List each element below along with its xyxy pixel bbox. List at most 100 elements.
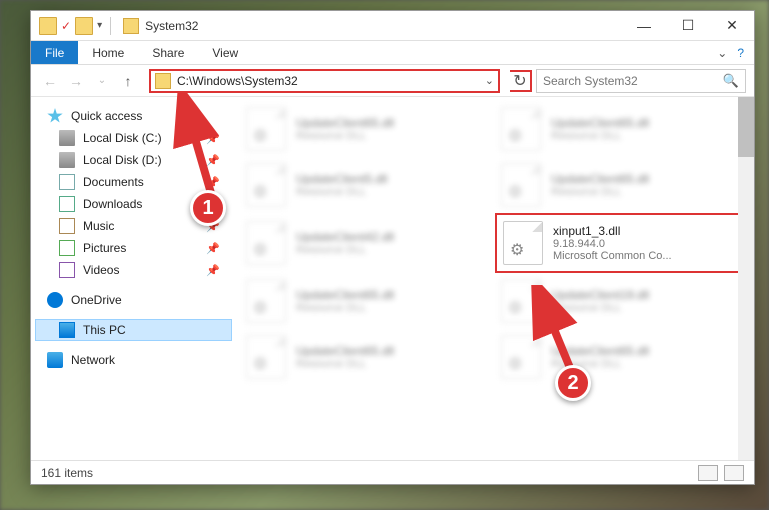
file-item[interactable]: UpdateClient19.dllResource DLL (495, 273, 750, 329)
address-text[interactable]: C:\Windows\System32 (177, 74, 481, 88)
file-name: UpdateClient65.dll (551, 172, 649, 186)
network-icon (47, 352, 63, 368)
item-count: 161 items (41, 466, 93, 480)
minimize-button[interactable]: — (622, 11, 666, 40)
file-item-highlighted[interactable]: xinput1_3.dll9.18.944.0Microsoft Common … (495, 213, 750, 273)
file-description: Microsoft Common Co... (553, 250, 672, 262)
pin-icon: 📌 (206, 264, 220, 277)
label: Downloads (83, 197, 142, 211)
file-type: Resource DLL (551, 358, 649, 370)
file-name: UpdateClient65.dll (296, 344, 394, 358)
music-icon (59, 218, 75, 234)
forward-button[interactable]: → (65, 70, 87, 92)
file-type: Resource DLL (551, 186, 649, 198)
dll-icon (246, 163, 286, 207)
vertical-scrollbar[interactable] (738, 97, 754, 460)
file-type: Resource DLL (296, 130, 394, 142)
explorer-window: ✓ ▾ System32 — ☐ ✕ File Home Share View … (30, 10, 755, 485)
search-input[interactable] (543, 74, 723, 88)
ribbon-tab-file[interactable]: File (31, 41, 78, 64)
sidebar-item-pictures[interactable]: Pictures 📌 (35, 237, 232, 259)
pin-icon: 📌 (206, 220, 220, 233)
file-name: UpdateClient65.dll (551, 116, 649, 130)
dll-icon (503, 221, 543, 265)
navigation-pane: Quick access Local Disk (C:)📌 Local Disk… (31, 97, 236, 460)
maximize-button[interactable]: ☐ (666, 11, 710, 40)
file-item[interactable]: UpdateClient42.dllResource DLL (240, 213, 495, 273)
help-icon[interactable]: ? (737, 46, 744, 60)
ribbon-tab-share[interactable]: Share (138, 41, 198, 64)
back-button[interactable]: ← (39, 70, 61, 92)
folder-icon (39, 17, 57, 35)
file-type: Resource DLL (551, 302, 649, 314)
label: Documents (83, 175, 144, 189)
cloud-icon (47, 292, 63, 308)
sidebar-item-downloads[interactable]: Downloads 📌 (35, 193, 232, 215)
refresh-button[interactable]: ↻ (510, 70, 532, 92)
up-button[interactable]: ↑ (117, 70, 139, 92)
search-box[interactable]: 🔍 (536, 69, 746, 93)
sidebar-item-drive-d[interactable]: Local Disk (D:) 📌 (35, 149, 232, 171)
drive-icon (59, 152, 75, 168)
close-button[interactable]: ✕ (710, 11, 754, 40)
file-item[interactable]: UpdateClient65.dllResource DLL (495, 157, 750, 213)
window-folder-icon (123, 18, 139, 34)
address-dropdown-icon[interactable]: ⌄ (485, 74, 494, 87)
file-name: UpdateClient19.dll (551, 288, 649, 302)
sidebar-item-videos[interactable]: Videos 📌 (35, 259, 232, 281)
dll-icon (501, 279, 541, 323)
pin-icon: 📌 (206, 198, 220, 211)
label: Pictures (83, 241, 126, 255)
pin-icon: 📌 (206, 154, 220, 167)
recent-dropdown[interactable]: ⌄ (91, 70, 113, 92)
file-item[interactable]: UpdateClient65.dllResource DLL (240, 101, 495, 157)
folder-icon (155, 73, 171, 89)
label: Music (83, 219, 114, 233)
ribbon-expand-icon[interactable]: ⌄ (717, 46, 727, 60)
ribbon-tab-view[interactable]: View (198, 41, 252, 64)
file-name: UpdateClient65.dll (296, 116, 394, 130)
ribbon-tab-home[interactable]: Home (78, 41, 138, 64)
pin-icon: 📌 (206, 176, 220, 189)
file-item[interactable]: UpdateClient5.dllResource DLL (240, 157, 495, 213)
sidebar-item-music[interactable]: Music 📌 (35, 215, 232, 237)
status-bar: 161 items (31, 460, 754, 484)
view-details-button[interactable] (698, 465, 718, 481)
label: Local Disk (D:) (83, 153, 162, 167)
sidebar-quick-access[interactable]: Quick access (35, 105, 232, 127)
search-icon[interactable]: 🔍 (723, 73, 739, 89)
file-item[interactable]: UpdateClient65.dllResource DLL (495, 101, 750, 157)
titlebar: ✓ ▾ System32 — ☐ ✕ (31, 11, 754, 41)
file-name: UpdateClient65.dll (551, 344, 649, 358)
content-area: Quick access Local Disk (C:)📌 Local Disk… (31, 97, 754, 460)
folder-icon (75, 17, 93, 35)
address-bar[interactable]: C:\Windows\System32 ⌄ (149, 69, 500, 93)
file-name: UpdateClient42.dll (296, 230, 394, 244)
sidebar-onedrive[interactable]: OneDrive (35, 289, 232, 311)
file-item[interactable]: UpdateClient65.dllResource DLL (240, 329, 495, 385)
file-type: Resource DLL (296, 186, 387, 198)
sidebar-item-drive-c[interactable]: Local Disk (C:)📌 (35, 127, 232, 149)
sidebar-network[interactable]: Network (35, 349, 232, 371)
dll-icon (246, 107, 286, 151)
qat-dropdown-icon[interactable]: ▾ (97, 20, 102, 31)
scrollbar-thumb[interactable] (738, 97, 754, 157)
file-list[interactable]: UpdateClient65.dllResource DLL UpdateCli… (236, 97, 754, 460)
label: OneDrive (71, 293, 122, 307)
label: Videos (83, 263, 119, 277)
pc-icon (59, 322, 75, 338)
file-type: Resource DLL (296, 244, 394, 256)
file-item[interactable]: UpdateClient65.dllResource DLL (495, 329, 750, 385)
sidebar-this-pc[interactable]: This PC (35, 319, 232, 341)
downloads-icon (59, 196, 75, 212)
file-item[interactable]: UpdateClient65.dllResource DLL (240, 273, 495, 329)
pin-icon: 📌 (206, 242, 220, 255)
sidebar-item-documents[interactable]: Documents 📌 (35, 171, 232, 193)
star-icon (47, 108, 63, 124)
file-version: 9.18.944.0 (553, 238, 672, 250)
view-icons-button[interactable] (724, 465, 744, 481)
drive-icon (59, 130, 75, 146)
file-name: UpdateClient5.dll (296, 172, 387, 186)
label: Local Disk (C:) (83, 131, 162, 145)
file-type: Resource DLL (551, 130, 649, 142)
